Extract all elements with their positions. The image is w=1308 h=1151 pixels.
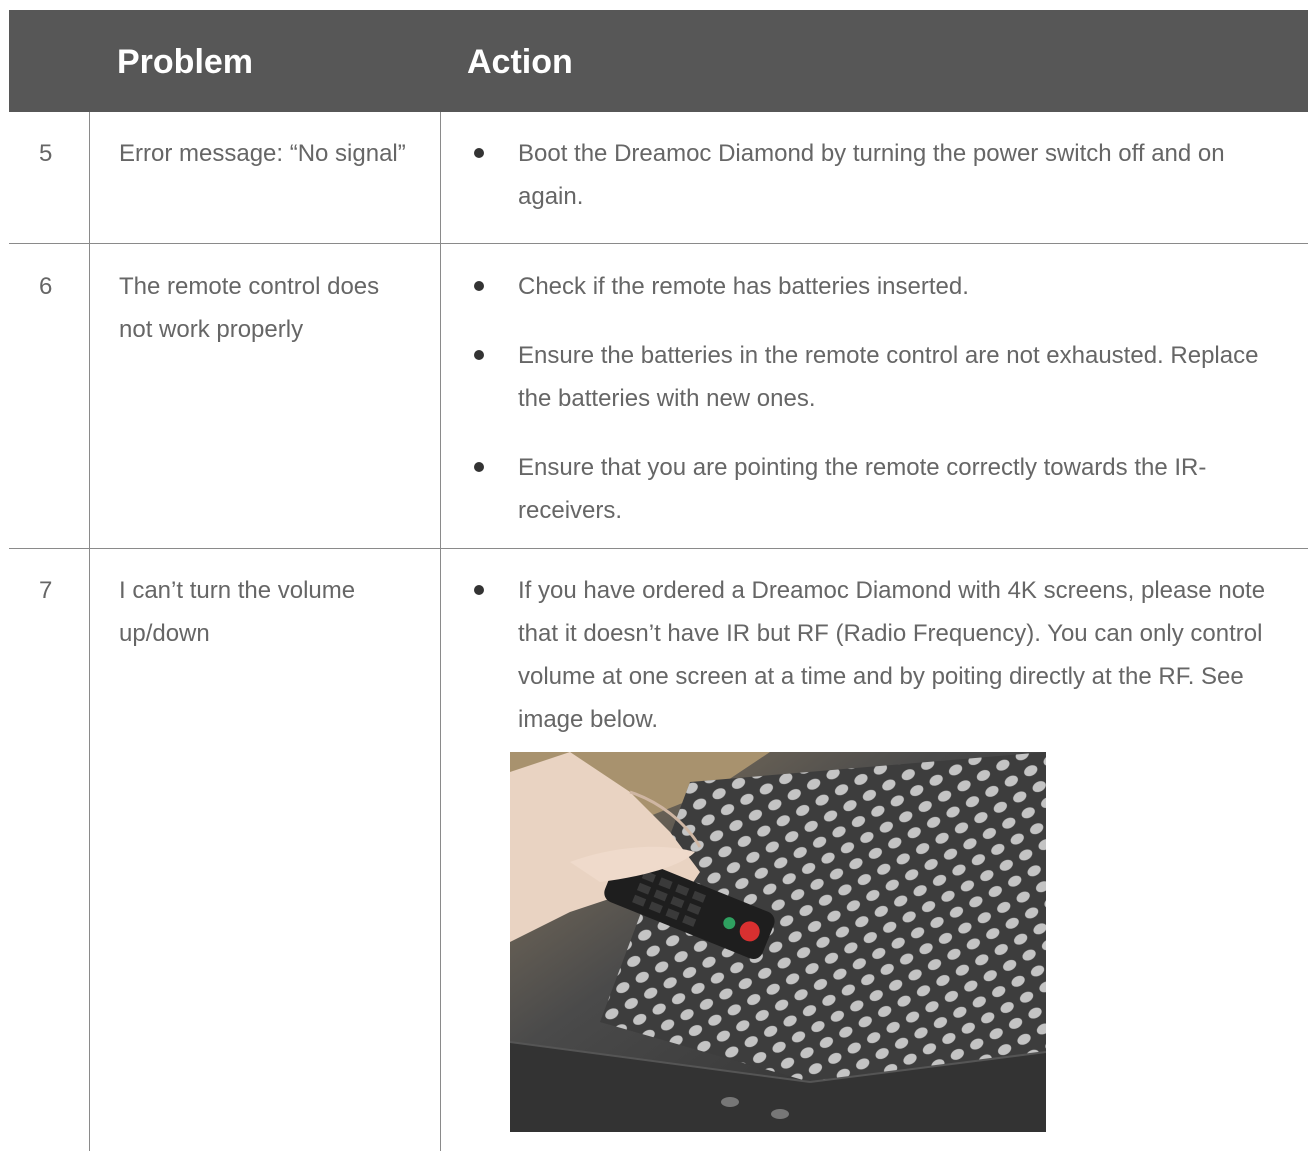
photo-illustration bbox=[510, 752, 1046, 1132]
action-text: If you have ordered a Dreamoc Diamond wi… bbox=[518, 577, 1266, 733]
problem-text: I can’t turn the volume up/down bbox=[119, 577, 356, 647]
row-divider bbox=[9, 548, 1308, 549]
row-number: 7 bbox=[39, 577, 53, 604]
bullet-icon bbox=[474, 281, 484, 291]
table-header: Problem Action bbox=[9, 10, 1308, 112]
bullet-icon bbox=[474, 148, 484, 158]
action-text: Ensure the batteries in the remote contr… bbox=[518, 342, 1259, 412]
row-number: 6 bbox=[39, 273, 53, 300]
column-divider bbox=[89, 112, 90, 1151]
header-problem: Problem bbox=[117, 43, 254, 81]
troubleshooting-table: Problem Action 5 Error message: “No sign… bbox=[9, 10, 1308, 1151]
row-divider bbox=[9, 243, 1308, 244]
row-number: 5 bbox=[39, 140, 53, 167]
header-action: Action bbox=[467, 43, 573, 81]
problem-text: The remote control does not work properl… bbox=[119, 273, 380, 343]
bullet-icon bbox=[474, 585, 484, 595]
action-text: Ensure that you are pointing the remote … bbox=[518, 454, 1207, 524]
problem-text: Error message: “No signal” bbox=[119, 140, 406, 167]
remote-rf-photo bbox=[510, 752, 1046, 1132]
action-text: Check if the remote has batteries insert… bbox=[518, 273, 969, 300]
bullet-icon bbox=[474, 350, 484, 360]
action-text: Boot the Dreamoc Diamond by turning the … bbox=[518, 140, 1225, 210]
bullet-icon bbox=[474, 462, 484, 472]
column-divider bbox=[440, 112, 441, 1151]
